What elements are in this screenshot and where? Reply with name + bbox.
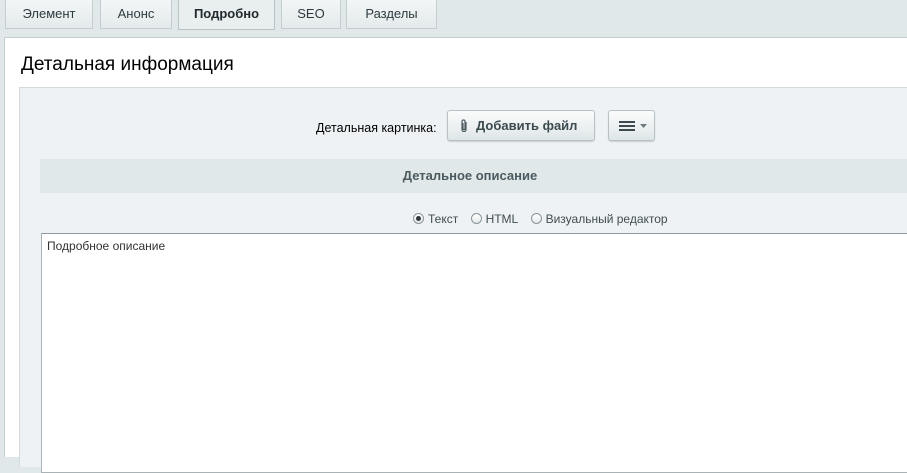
radio-unchecked-icon[interactable] bbox=[470, 213, 482, 224]
radio-checked-icon[interactable] bbox=[413, 213, 424, 224]
detail-panel: Детальная информация Детальная картинка:… bbox=[4, 37, 907, 473]
mode-html-label: HTML bbox=[485, 212, 519, 226]
detail-description-textarea[interactable]: Подробное описание bbox=[41, 233, 907, 473]
mode-visual-option[interactable]: Визуальный редактор bbox=[530, 211, 668, 227]
mode-visual-label: Визуальный редактор bbox=[545, 212, 668, 226]
detail-form: Детальная картинка: Добавить файл Деталь… bbox=[19, 87, 907, 473]
tab-razdely[interactable]: Разделы bbox=[346, 0, 437, 29]
page-title: Детальная информация bbox=[21, 54, 234, 75]
detail-description-header: Детальное описание bbox=[40, 159, 907, 193]
tab-element[interactable]: Элемент bbox=[5, 0, 93, 29]
tab-seo[interactable]: SEO bbox=[281, 0, 341, 29]
chevron-down-icon bbox=[640, 124, 647, 128]
paperclip-icon bbox=[461, 119, 467, 133]
mode-text-option[interactable]: Текст bbox=[413, 211, 458, 227]
add-file-label: Добавить файл bbox=[476, 118, 578, 133]
description-mode-selector: Текст HTML Визуальный редактор bbox=[413, 211, 677, 227]
tab-bar: Элемент Анонс Подробно SEO Разделы bbox=[0, 0, 907, 30]
radio-unchecked-icon[interactable] bbox=[530, 213, 542, 224]
detail-picture-label: Детальная картинка: bbox=[316, 121, 437, 135]
mode-text-label: Текст bbox=[428, 212, 459, 226]
tab-podrobno[interactable]: Подробно bbox=[178, 0, 275, 30]
file-menu-button[interactable] bbox=[608, 110, 655, 141]
mode-html-option[interactable]: HTML bbox=[470, 211, 519, 227]
tab-anons[interactable]: Анонс bbox=[100, 0, 172, 29]
detail-description-value: Подробное описание bbox=[47, 239, 166, 253]
hamburger-menu-icon bbox=[619, 121, 635, 131]
add-file-button[interactable]: Добавить файл bbox=[447, 110, 595, 141]
